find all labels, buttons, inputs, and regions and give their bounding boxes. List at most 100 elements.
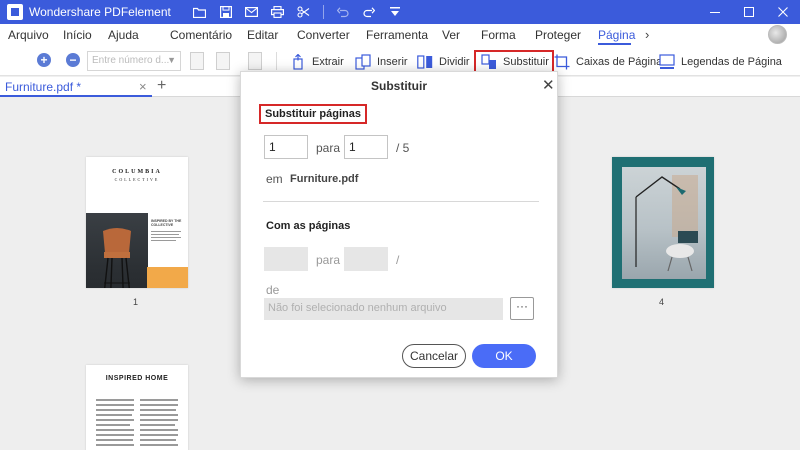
- text-line: [96, 444, 134, 446]
- source-file-name: Furniture.pdf: [290, 173, 359, 185]
- folder-open-icon[interactable]: [187, 0, 213, 24]
- text-line: [140, 419, 178, 421]
- menu-inicio[interactable]: Início: [63, 28, 92, 42]
- tab-furniture-pdf[interactable]: Furniture.pdf * ×: [0, 77, 152, 97]
- extract-label: Extrair: [312, 55, 344, 68]
- print-icon[interactable]: [265, 0, 291, 24]
- page-boxes-label: Caixas de Página: [576, 55, 663, 68]
- to-page-input[interactable]: 1: [344, 135, 388, 159]
- replace-label: Substituir: [503, 56, 549, 68]
- page-boxes-button[interactable]: Caixas de Página: [554, 51, 662, 72]
- cancel-button[interactable]: Cancelar: [402, 344, 466, 368]
- replacement-file-field[interactable]: Não foi selecionado nenhum arquivo: [264, 298, 503, 320]
- text-line: [140, 429, 178, 431]
- insert-label: Inserir: [377, 55, 408, 68]
- text-line: [151, 234, 179, 235]
- rotate-page-icon[interactable]: [190, 52, 204, 70]
- app-logo-icon: [7, 4, 23, 20]
- replace-pages-dialog: Substituir ✕ Substituir páginas 1 para 1…: [240, 71, 558, 378]
- from-page-input[interactable]: 1: [264, 135, 308, 159]
- scissors-icon[interactable]: [291, 0, 317, 24]
- minimize-icon[interactable]: [698, 0, 732, 24]
- dropdown-icon[interactable]: [382, 0, 408, 24]
- text-line: [151, 231, 181, 232]
- delete-page-icon[interactable]: [248, 52, 262, 70]
- close-icon[interactable]: [766, 0, 800, 24]
- extract-button[interactable]: Extrair: [290, 51, 344, 72]
- replacement-to-input[interactable]: [344, 247, 388, 271]
- page-icon[interactable]: [216, 52, 230, 70]
- page-labels-button[interactable]: Legendas de Página: [659, 51, 782, 72]
- para-label: para: [316, 141, 341, 155]
- maximize-icon[interactable]: [732, 0, 766, 24]
- save-icon[interactable]: [213, 0, 239, 24]
- text-line: [140, 409, 176, 411]
- in-label: em: [266, 172, 283, 186]
- menu-ver[interactable]: Ver: [442, 28, 460, 42]
- toolbar-divider: [276, 52, 277, 70]
- insert-button[interactable]: Inserir: [355, 51, 408, 72]
- menu-ferramenta[interactable]: Ferramenta: [366, 28, 428, 42]
- crop-icon: [554, 54, 570, 70]
- page-brand-line1: COLUMBIA: [112, 169, 162, 175]
- menu-arquivo[interactable]: Arquivo: [8, 28, 49, 42]
- browse-file-button[interactable]: ···: [510, 297, 534, 320]
- menu-ajuda[interactable]: Ajuda: [108, 28, 139, 42]
- page-brand-line2: COLLECTIVE: [114, 177, 160, 182]
- menu-pagina[interactable]: Página: [598, 28, 635, 42]
- tab-label: Furniture.pdf *: [5, 80, 82, 94]
- page-thumbnail-inspired[interactable]: INSPIRED HOME: [86, 365, 188, 450]
- menu-comentario[interactable]: Comentário: [170, 28, 232, 42]
- text-line: [96, 439, 133, 441]
- chevron-down-icon[interactable]: ▼: [167, 55, 176, 65]
- redo-icon[interactable]: [356, 0, 382, 24]
- with-pages-heading: Com as páginas: [266, 220, 351, 232]
- undo-icon[interactable]: [330, 0, 356, 24]
- replace-icon: [481, 54, 497, 70]
- chevron-right-icon[interactable]: ›: [645, 27, 649, 42]
- page-thumbnail-4[interactable]: [612, 157, 714, 288]
- section-divider: [263, 201, 539, 202]
- page-label-icon: [659, 53, 675, 70]
- chair-photo: [86, 213, 148, 288]
- page-number-input[interactable]: Entre número d... ▼: [87, 51, 181, 71]
- app-title: Wondershare PDFelement: [29, 5, 171, 19]
- replacement-from-input[interactable]: [264, 247, 308, 271]
- menu-proteger[interactable]: Proteger: [535, 28, 581, 42]
- title-bar: Wondershare PDFelement: [0, 0, 800, 24]
- text-line: [151, 240, 176, 241]
- zoom-in-icon[interactable]: +: [37, 53, 51, 67]
- active-menu-indicator: [598, 43, 631, 45]
- toolbar-separator: [322, 5, 324, 19]
- zoom-out-icon[interactable]: −: [66, 53, 80, 67]
- split-label: Dividir: [439, 55, 470, 68]
- close-tab-icon[interactable]: ×: [139, 79, 147, 94]
- menu-editar[interactable]: Editar: [247, 28, 278, 42]
- page-thumbnail-1[interactable]: COLUMBIA COLLECTIVE INSPIRED BY THE COLL…: [86, 157, 188, 288]
- mail-icon[interactable]: [239, 0, 265, 24]
- text-line: [140, 444, 178, 446]
- quick-access-toolbar: [187, 0, 408, 24]
- page-side-heading: INSPIRED BY THE COLLECTIVE: [151, 219, 182, 227]
- text-line: [96, 434, 134, 436]
- orange-block: [147, 267, 188, 288]
- menu-converter[interactable]: Converter: [297, 28, 350, 42]
- text-line: [151, 237, 181, 238]
- page-number-1: 1: [133, 297, 139, 307]
- text-line: [140, 404, 178, 406]
- interior-photo: [622, 167, 706, 279]
- page-heading: INSPIRED HOME: [105, 375, 169, 382]
- page-number-placeholder: Entre número d...: [92, 55, 170, 66]
- text-line: [96, 404, 134, 406]
- window-controls: [698, 0, 800, 24]
- ok-button[interactable]: OK: [472, 344, 536, 368]
- para-label-2: para: [316, 253, 341, 267]
- from-file-label: de: [266, 283, 280, 297]
- add-tab-icon[interactable]: +: [157, 77, 166, 95]
- text-line: [140, 434, 178, 436]
- close-icon[interactable]: ✕: [542, 76, 555, 94]
- menu-forma[interactable]: Forma: [481, 28, 516, 42]
- split-button[interactable]: Dividir: [417, 51, 470, 72]
- user-avatar[interactable]: [768, 25, 787, 44]
- slash-label: /: [396, 253, 400, 267]
